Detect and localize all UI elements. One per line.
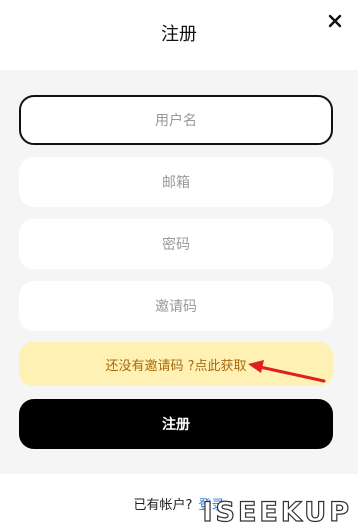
login-prompt: 已有帐户? — [133, 498, 193, 513]
watermark-logo: ISEEKUP — [202, 496, 352, 528]
password-input[interactable]: 密码 — [19, 219, 333, 269]
email-input[interactable]: 邮箱 — [19, 157, 333, 207]
email-placeholder: 邮箱 — [162, 175, 190, 191]
page-title: 注册 — [161, 24, 197, 45]
password-placeholder: 密码 — [162, 237, 190, 253]
arrow-icon — [248, 360, 326, 383]
modal-header: 注册 — [0, 0, 358, 70]
invite-code-placeholder: 邀请码 — [155, 299, 197, 315]
invite-tip-text: 还没有邀请码 ?点此获取 — [105, 358, 247, 374]
close-icon[interactable] — [326, 12, 344, 30]
register-button[interactable]: 注册 — [19, 399, 333, 449]
register-button-label: 注册 — [162, 417, 190, 433]
username-placeholder: 用户名 — [155, 113, 197, 129]
invite-code-input[interactable]: 邀请码 — [19, 281, 333, 331]
username-input[interactable]: 用户名 — [19, 95, 333, 145]
